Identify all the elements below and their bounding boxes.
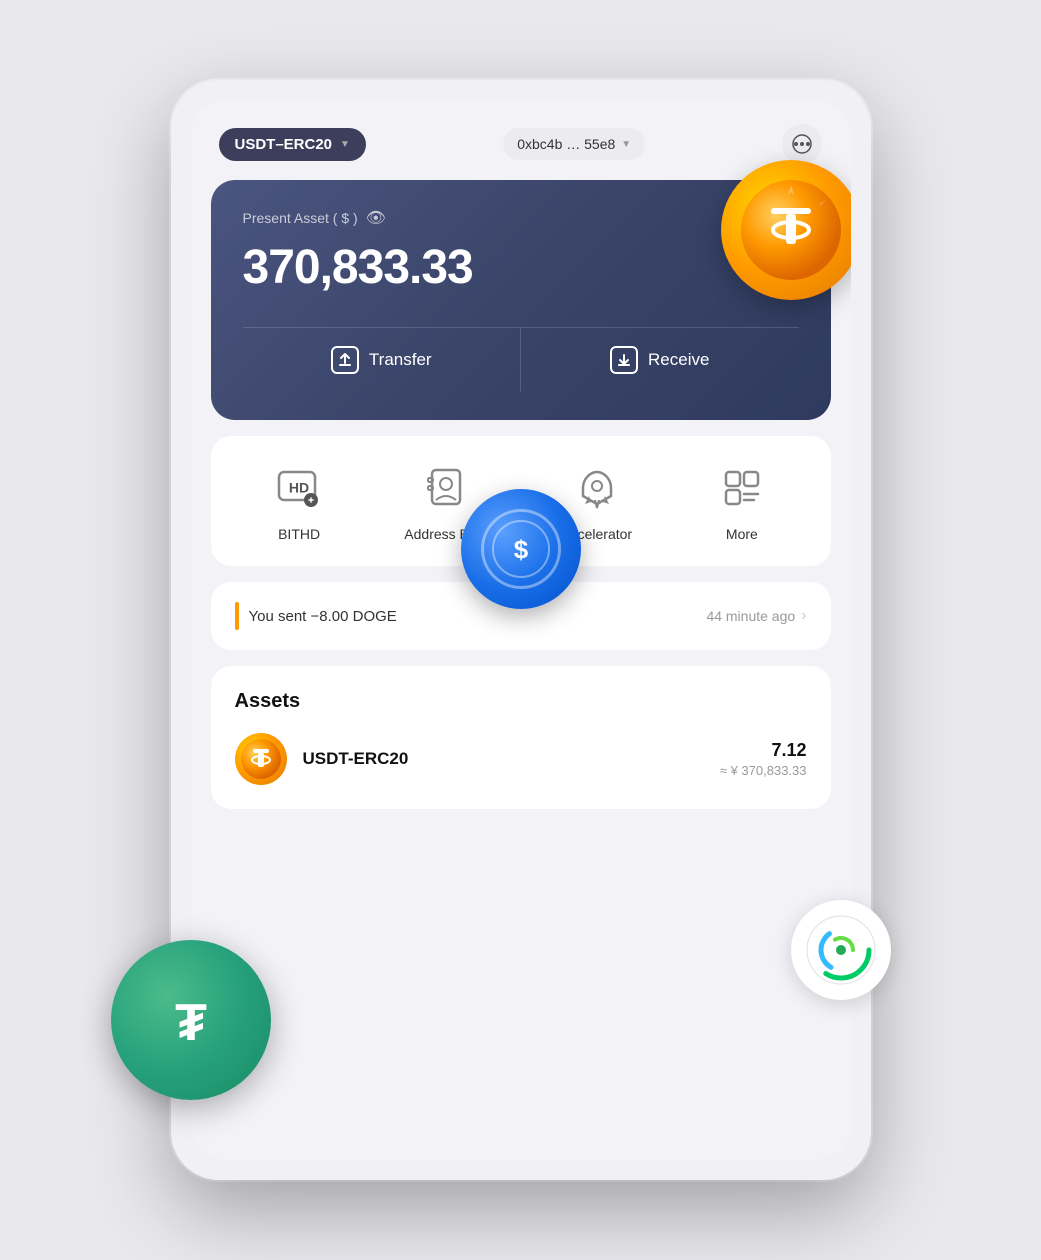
phone-screen: USDT–ERC20 ▼ 0xbc4b … 55e8 ▼ (191, 100, 851, 1160)
quick-action-bithd[interactable]: HD BITHD (259, 460, 339, 542)
usdc-logo: $ (491, 519, 551, 579)
tether-coin: ₮ (111, 940, 271, 1100)
bithd-icon: HD (271, 460, 327, 516)
grid-icon (718, 464, 766, 512)
phone-container: ₮ USDT–ERC20 ▼ 0xbc4b … 55e8 ▼ (171, 80, 871, 1180)
usdc-inner: $ (481, 509, 561, 589)
address-book-icon (420, 460, 476, 516)
address-text: 0xbc4b … 55e8 (517, 136, 615, 152)
transfer-label: Transfer (369, 350, 432, 370)
address-selector[interactable]: 0xbc4b … 55e8 ▼ (503, 128, 645, 160)
transfer-icon (331, 346, 359, 374)
menu-button[interactable] (782, 124, 822, 164)
usdt-coin-logo (741, 180, 841, 280)
usdc-coin: $ (461, 489, 581, 609)
asset-amount-num: 7.12 (720, 740, 807, 761)
usdt-small-coin (241, 739, 281, 779)
asset-label-text: Present Asset ( $ ) (243, 210, 358, 226)
tether-logo: ₮ (151, 980, 231, 1060)
asset-label: Present Asset ( $ ) 👁 (243, 208, 799, 228)
more-label: More (726, 526, 758, 542)
download-icon (617, 353, 631, 367)
quick-actions-card: HD BITHD Ad (211, 436, 831, 566)
quick-action-more[interactable]: More (702, 460, 782, 542)
asset-row[interactable]: USDT-ERC20 7.12 ≈ ¥ 370,833.33 (235, 733, 807, 785)
asset-value: 7.12 ≈ ¥ 370,833.33 (720, 740, 807, 778)
usdt-large-coin (721, 160, 851, 300)
dots-icon (791, 133, 813, 155)
svg-text:₮: ₮ (175, 994, 207, 1052)
transfer-button[interactable]: Transfer (243, 328, 522, 392)
asset-card: Present Asset ( $ ) 👁 All Assets 370,833… (211, 180, 831, 420)
rocket-icon (573, 464, 621, 512)
asset-name: USDT-ERC20 (303, 749, 704, 769)
assets-section: Assets (211, 666, 831, 809)
transaction-left: You sent −8.00 DOGE (235, 602, 397, 630)
bithd-label: BITHD (278, 526, 320, 542)
token-selector[interactable]: USDT–ERC20 ▼ (219, 128, 366, 161)
transaction-time: 44 minute ago › (706, 607, 806, 625)
address-chevron-icon: ▼ (621, 139, 631, 150)
assets-title: Assets (235, 690, 807, 713)
svg-text:HD: HD (289, 480, 309, 496)
eye-icon[interactable]: 👁 (366, 208, 386, 228)
action-buttons: Transfer Receive (243, 327, 799, 392)
asset-amount: 370,833.33 (243, 240, 799, 295)
asset-token-icon (235, 733, 287, 785)
asset-fiat: ≈ ¥ 370,833.33 (720, 763, 807, 778)
transaction-text: You sent −8.00 DOGE (249, 608, 397, 625)
tx-arrow-icon: › (801, 607, 806, 625)
ontology-coin (791, 900, 891, 1000)
tx-time-text: 44 minute ago (706, 608, 795, 624)
accelerator-icon (569, 460, 625, 516)
hd-icon: HD (275, 464, 323, 512)
tx-indicator (235, 602, 239, 630)
ontology-logo (805, 914, 877, 986)
token-name: USDT–ERC20 (235, 136, 333, 153)
receive-icon (610, 346, 638, 374)
header-bar: USDT–ERC20 ▼ 0xbc4b … 55e8 ▼ (191, 100, 851, 180)
more-icon (714, 460, 770, 516)
receive-label: Receive (648, 350, 709, 370)
address-book-svg (424, 464, 472, 512)
receive-button[interactable]: Receive (521, 328, 799, 392)
svg-text:$: $ (513, 534, 528, 564)
upload-icon (338, 353, 352, 367)
token-chevron-icon: ▼ (340, 139, 350, 150)
